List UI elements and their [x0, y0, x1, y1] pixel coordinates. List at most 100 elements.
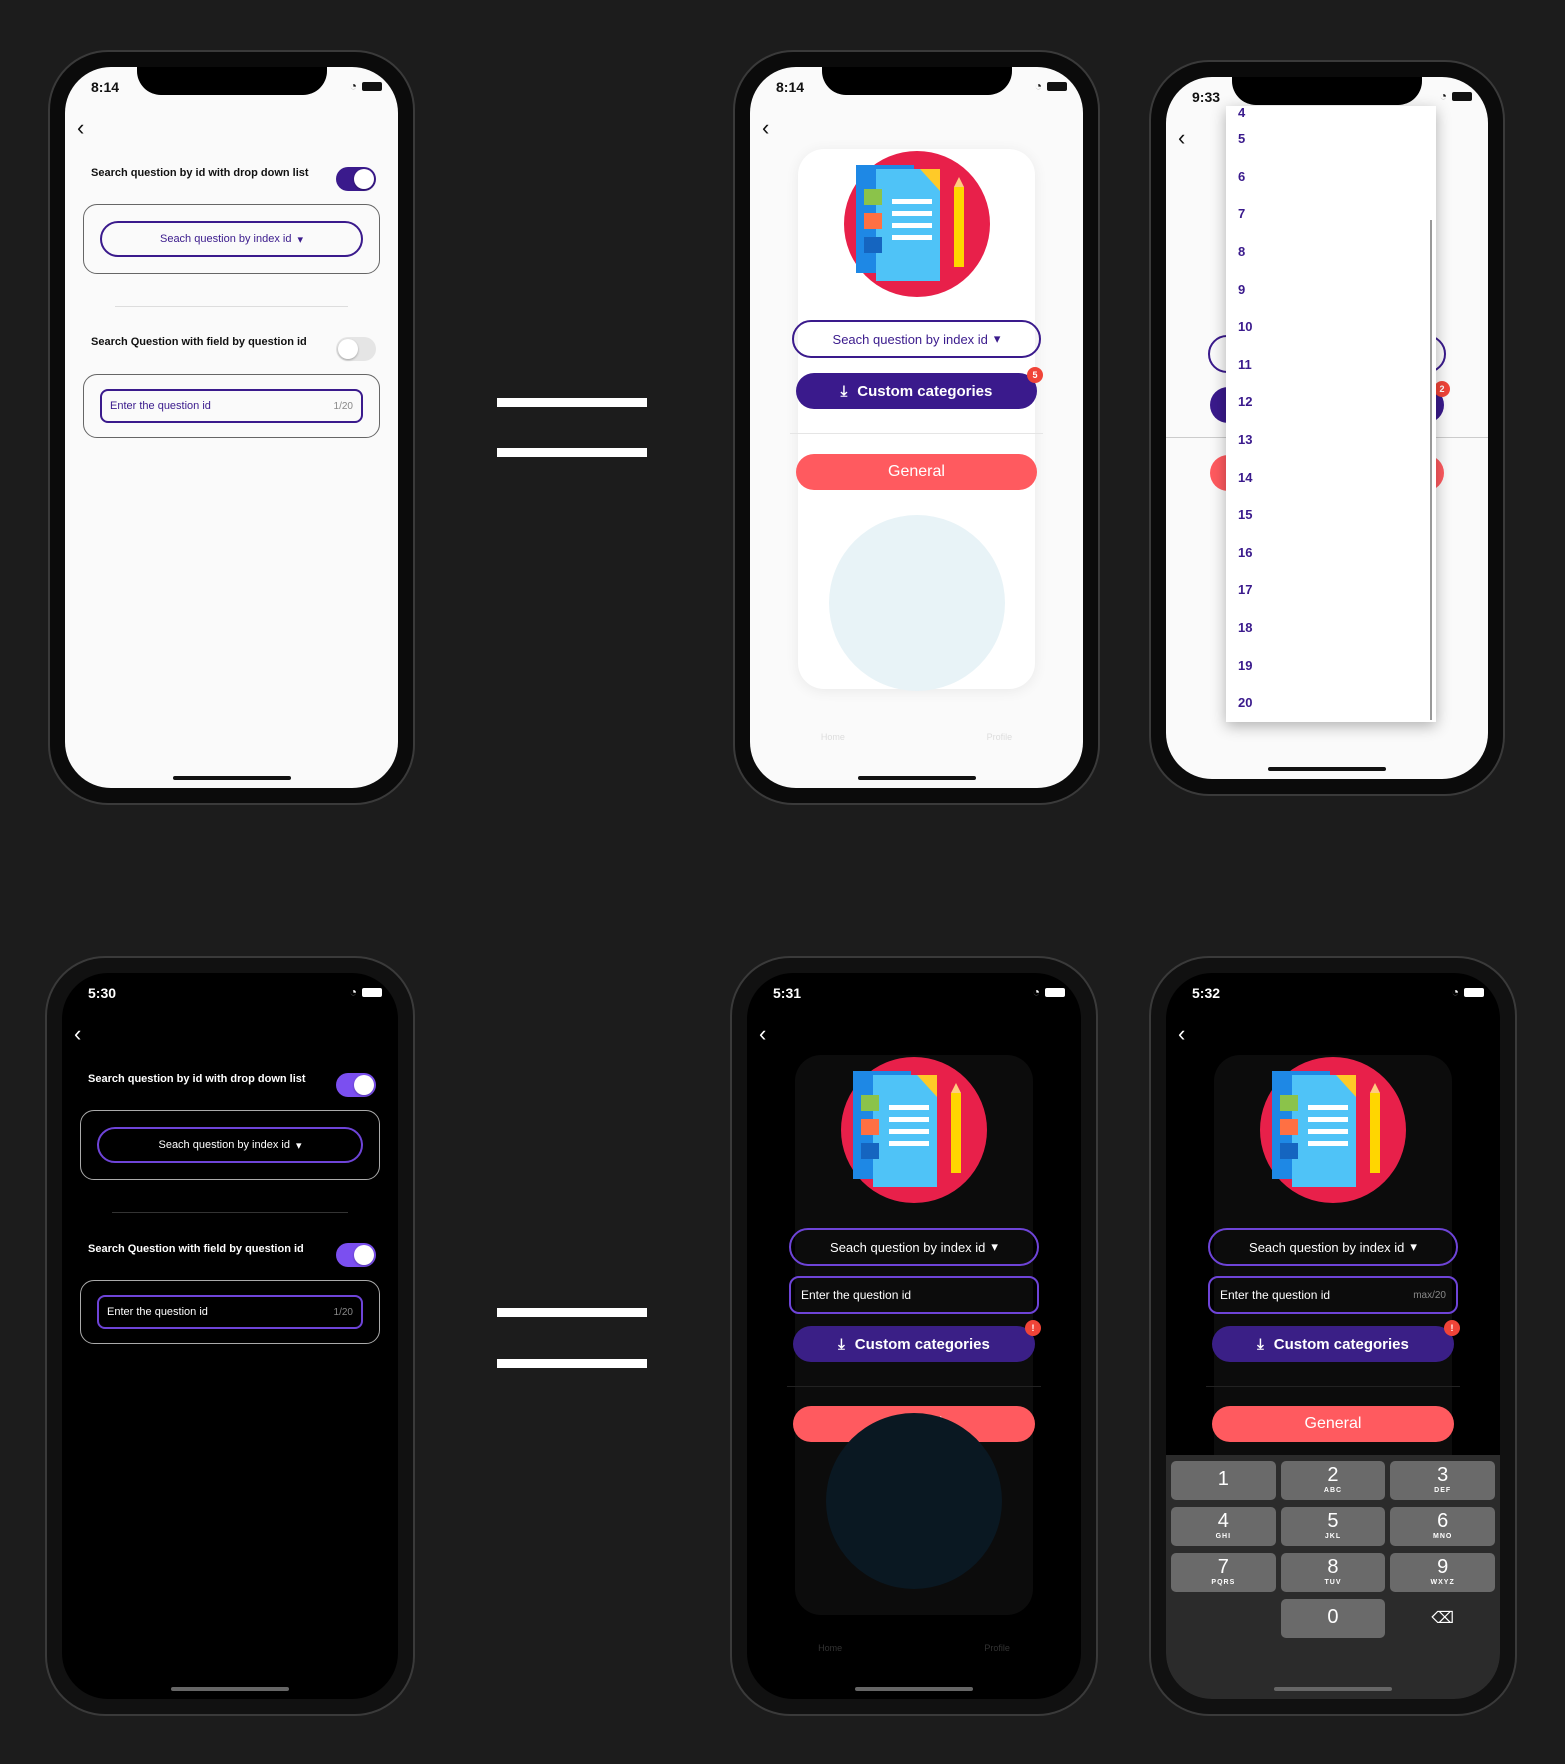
divider: [112, 1212, 348, 1213]
key-3[interactable]: 3 DEF: [1390, 1461, 1495, 1500]
key-digit: 0: [1327, 1606, 1339, 1628]
index-dropdown[interactable]: Seach question by index id ▾: [100, 221, 363, 257]
document-icon: [855, 165, 964, 281]
dropdown-option[interactable]: 17: [1226, 571, 1436, 609]
key-7[interactable]: 7 PQRS: [1171, 1553, 1276, 1592]
screen: 5:32 ◔ ‹ Seach question by index id ▾ Ent…: [1166, 973, 1500, 1699]
dropdown-option[interactable]: 8: [1226, 233, 1436, 271]
question-id-input[interactable]: Enter the question id 1/20: [100, 389, 363, 423]
dropdown-option[interactable]: 18: [1226, 609, 1436, 647]
dropdown-pill-label: Seach question by index id: [158, 1139, 290, 1151]
screen: 5:31 ◔ ‹ Seach question by index id ▾ Ent…: [747, 973, 1081, 1699]
equals-bar: [497, 1359, 647, 1368]
home-indicator: [1274, 1687, 1392, 1691]
status-time: 8:14: [776, 79, 805, 95]
home-indicator: [855, 1687, 973, 1691]
dropdown-toggle[interactable]: [336, 167, 376, 191]
back-chevron-icon[interactable]: ‹: [1178, 1021, 1185, 1047]
back-chevron-icon[interactable]: ‹: [762, 115, 769, 141]
field-card: Enter the question id 1/20: [80, 1280, 380, 1344]
tab-home[interactable]: Home: [821, 732, 845, 742]
dropdown-option[interactable]: 19: [1226, 646, 1436, 684]
index-dropdown[interactable]: Seach question by index id ▾: [97, 1127, 363, 1163]
dropdown-option[interactable]: 7: [1226, 195, 1436, 233]
home-indicator: [172, 776, 291, 780]
download-icon: ⤓: [838, 1335, 845, 1353]
toggle-knob: [338, 339, 358, 359]
dropdown-option[interactable]: 12: [1226, 383, 1436, 421]
document-icon: [1272, 1071, 1380, 1187]
custom-categories-button[interactable]: ⤓ Custom categories !: [793, 1320, 1041, 1362]
status-icons: ◔: [350, 79, 382, 93]
question-id-input[interactable]: Enter the question id max/20: [1208, 1276, 1458, 1314]
tab-profile[interactable]: Profile: [987, 732, 1013, 742]
question-id-input[interactable]: Enter the question id 1/20: [97, 1295, 363, 1329]
general-button[interactable]: General: [796, 454, 1037, 490]
dropdown-option[interactable]: 9: [1226, 270, 1436, 308]
dropdown-card: Seach question by index id ▾: [80, 1110, 380, 1180]
status-icons: ◔: [1033, 985, 1065, 999]
field-toggle[interactable]: [336, 1243, 376, 1267]
toggle-knob: [354, 1075, 374, 1095]
dropdown-scrollbar[interactable]: [1430, 220, 1432, 720]
general-button[interactable]: General: [1212, 1406, 1454, 1442]
numeric-keypad: 1 2 ABC 3 DEF 4 GHI 5 JKL 6 MNO 7 PQRS 8 TUV 9 WXYZ 0 ⌫: [1166, 1455, 1500, 1699]
dropdown-pill-label: Seach question by index id: [830, 1239, 986, 1255]
key-2[interactable]: 2 ABC: [1280, 1461, 1386, 1500]
caret-down-icon: ▾: [295, 1139, 302, 1152]
back-chevron-icon[interactable]: ‹: [74, 1021, 81, 1047]
key-5[interactable]: 5 JKL: [1280, 1507, 1386, 1546]
key-8[interactable]: 8 TUV: [1280, 1553, 1386, 1592]
key-letters: DEF: [1434, 1487, 1452, 1494]
custom-categories-button[interactable]: ⤓ Custom categories !: [1212, 1320, 1460, 1362]
dropdown-option[interactable]: 20: [1226, 684, 1436, 722]
dropdown-option[interactable]: 10: [1226, 308, 1436, 346]
dropdown-option[interactable]: 16: [1226, 534, 1436, 572]
category-illustration: [843, 151, 990, 297]
question-id-input[interactable]: Enter the question id: [789, 1276, 1039, 1314]
notification-badge: 5: [1027, 367, 1043, 383]
field-toggle[interactable]: [336, 337, 376, 361]
dropdown-option[interactable]: 15: [1226, 496, 1436, 534]
back-chevron-icon[interactable]: ‹: [77, 115, 84, 141]
dropdown-toggle[interactable]: [336, 1073, 376, 1097]
index-dropdown[interactable]: Seach question by index id ▾: [792, 320, 1041, 358]
dropdown-option[interactable]: 4: [1226, 106, 1436, 120]
toggle-knob: [354, 169, 374, 189]
dropdown-card: Seach question by index id ▾: [83, 204, 380, 274]
dropdown-option[interactable]: 6: [1226, 158, 1436, 196]
key-1[interactable]: 1: [1171, 1461, 1276, 1500]
notch: [135, 973, 325, 1001]
screen: 8:14 ◔ ‹ Seach question by index id ▾ ⤓ C: [750, 67, 1083, 788]
dropdown-option[interactable]: 5: [1226, 120, 1436, 158]
dropdown-option[interactable]: 11: [1226, 346, 1436, 384]
index-dropdown[interactable]: Seach question by index id ▾: [1208, 1228, 1458, 1266]
status-time: 5:32: [1192, 985, 1221, 1001]
dropdown-setting-label: Search question by id with drop down lis…: [88, 1073, 306, 1085]
home-indicator: [171, 1687, 289, 1691]
input-placeholder: Enter the question id: [110, 400, 211, 412]
phone-settings-light: 8:14 ◔ ‹ Search question by id with drop…: [48, 50, 415, 805]
dropdown-option[interactable]: 13: [1226, 421, 1436, 459]
index-dropdown[interactable]: Seach question by index id ▾: [789, 1228, 1039, 1266]
key-0[interactable]: 0: [1280, 1599, 1386, 1638]
quiz-illustration: [828, 515, 1005, 691]
key-letters: PQRS: [1211, 1579, 1236, 1586]
backspace-icon[interactable]: ⌫: [1390, 1599, 1495, 1638]
download-icon: ⤓: [1257, 1335, 1264, 1353]
back-chevron-icon[interactable]: ‹: [759, 1021, 766, 1047]
key-4[interactable]: 4 GHI: [1171, 1507, 1276, 1546]
key-9[interactable]: 9 WXYZ: [1390, 1553, 1495, 1592]
input-placeholder: Enter the question id: [1220, 1288, 1331, 1302]
key-6[interactable]: 6 MNO: [1390, 1507, 1495, 1546]
notch: [136, 67, 327, 95]
key-digit: 4: [1217, 1510, 1229, 1532]
tab-home[interactable]: Home: [818, 1643, 842, 1653]
tab-profile[interactable]: Profile: [984, 1643, 1010, 1653]
custom-categories-label: Custom categories: [1273, 1335, 1409, 1353]
custom-categories-button[interactable]: ⤓ Custom categories 5: [796, 367, 1043, 409]
battery-icon: [1452, 91, 1472, 101]
dropdown-option[interactable]: 14: [1226, 458, 1436, 496]
back-chevron-icon[interactable]: ‹: [1178, 125, 1185, 151]
wifi-icon: ◔: [349, 79, 357, 93]
